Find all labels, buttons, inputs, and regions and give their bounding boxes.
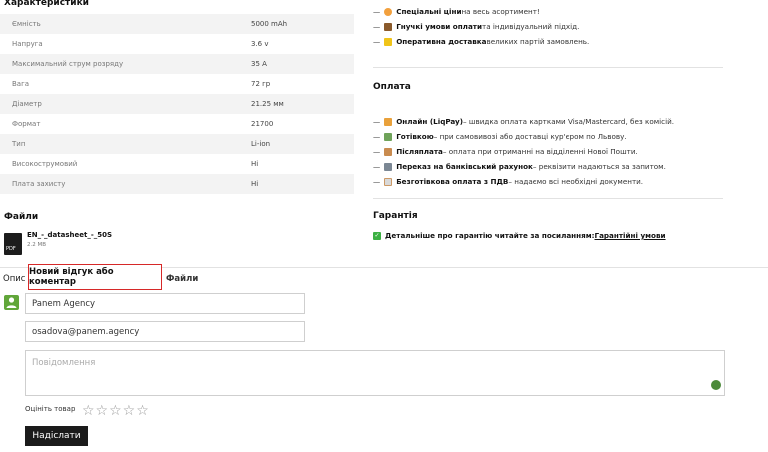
- spec-value: Hi: [251, 180, 259, 188]
- spec-row: Ємність 5000 mAh: [0, 14, 354, 34]
- spec-value: 5000 mAh: [251, 20, 288, 28]
- spec-key: Тип: [12, 140, 26, 148]
- spec-key: Напруга: [12, 40, 43, 48]
- spec-key: Плата захисту: [12, 180, 66, 188]
- spec-row: Напруга 3.6 v: [0, 34, 354, 54]
- spec-value: 72 гр: [251, 80, 271, 88]
- credit-card-icon: [384, 117, 393, 126]
- perk-item: — Спеціальні ціни на весь асортимент!: [373, 7, 540, 16]
- perk-item: — Гнучкі умови оплати та індивідуальний п…: [373, 22, 580, 31]
- divider: [373, 198, 723, 199]
- cash-icon: [384, 132, 393, 141]
- spec-row: Тип Li-ion: [0, 134, 354, 154]
- flame-icon: [384, 7, 393, 16]
- file-size: 2.2 MB: [27, 242, 47, 248]
- money-bag-icon: [384, 22, 393, 31]
- perk-item: — Оперативна доставка великих партій замо…: [373, 37, 590, 46]
- spec-row: Плата захисту Hi: [0, 174, 354, 194]
- message-textarea[interactable]: Повідомлення: [25, 350, 725, 396]
- email-input[interactable]: osadova@panem.agency: [25, 321, 305, 342]
- specs-title: Характеристики: [4, 0, 89, 8]
- payment-item: — Післяплата – оплата при отриманні на ві…: [373, 147, 638, 156]
- submit-button[interactable]: Надіслати: [25, 426, 88, 446]
- divider: [373, 67, 723, 68]
- rating-label: Оцініть товар: [25, 405, 76, 413]
- payment-list: — Онлайн (LiqPay) – швидка оплата карткам…: [373, 114, 674, 189]
- spec-row: Максимальний струм розряду 35 A: [0, 54, 354, 74]
- spec-value: 3.6 v: [251, 40, 269, 48]
- emoji-icon[interactable]: [711, 380, 721, 390]
- tab-description[interactable]: Опис: [3, 274, 25, 284]
- spec-key: Формат: [12, 120, 41, 128]
- payment-item: — Онлайн (LiqPay) – швидка оплата карткам…: [373, 117, 675, 126]
- pdf-icon[interactable]: PDF: [4, 233, 22, 255]
- spec-value: Li-ion: [251, 140, 271, 148]
- tab-new-review[interactable]: Новий відгук або коментар: [28, 264, 162, 290]
- payment-item: — Безготівкова оплата з ПДВ – надаємо всі…: [373, 177, 644, 186]
- spec-value: 21700: [251, 120, 274, 128]
- user-avatar-icon: [4, 295, 19, 310]
- spec-value: 21.25 мм: [251, 100, 284, 108]
- spec-value: Hi: [251, 160, 259, 168]
- spec-row: Формат 21700: [0, 114, 354, 134]
- warranty-line: ✓ Детальніше про гарантію читайте за пос…: [373, 231, 666, 240]
- payment-item: — Переказ на банківський рахунок – реквіз…: [373, 162, 666, 171]
- file-type: PDF: [6, 246, 16, 252]
- package-icon: [384, 147, 393, 156]
- spec-key: Ємність: [12, 20, 41, 28]
- spec-value: 35 A: [251, 60, 267, 68]
- spec-key: Максимальний струм розряду: [12, 60, 124, 68]
- name-input[interactable]: Panem Agency: [25, 293, 305, 314]
- spec-key: Високострумовий: [12, 160, 78, 168]
- warranty-link[interactable]: Гарантійні умови: [594, 231, 665, 240]
- bank-icon: [384, 162, 393, 171]
- warranty-title: Гарантія: [373, 211, 418, 221]
- spec-key: Діаметр: [12, 100, 42, 108]
- lightning-icon: [384, 37, 393, 46]
- files-title: Файли: [4, 212, 39, 222]
- specs-table: Ємність 5000 mAh Напруга 3.6 v Максимальний …: [0, 14, 354, 194]
- payment-title: Оплата: [373, 82, 411, 92]
- invoice-icon: [384, 177, 393, 186]
- tab-files[interactable]: Файли: [166, 274, 198, 284]
- check-icon: ✓: [373, 231, 381, 240]
- rating-stars[interactable]: ☆☆☆☆☆: [82, 403, 150, 419]
- spec-row: Вага 72 гр: [0, 74, 354, 94]
- spec-key: Вага: [12, 80, 30, 88]
- file-name-link[interactable]: EN_-_datasheet_-_50S: [27, 231, 112, 239]
- perks-list: — Спеціальні ціни на весь асортимент! — Гн…: [373, 4, 589, 49]
- spec-row: Високострумовий Hi: [0, 154, 354, 174]
- payment-item: — Готівкою – при самовивозі або доставці …: [373, 132, 627, 141]
- spec-row: Діаметр 21.25 мм: [0, 94, 354, 114]
